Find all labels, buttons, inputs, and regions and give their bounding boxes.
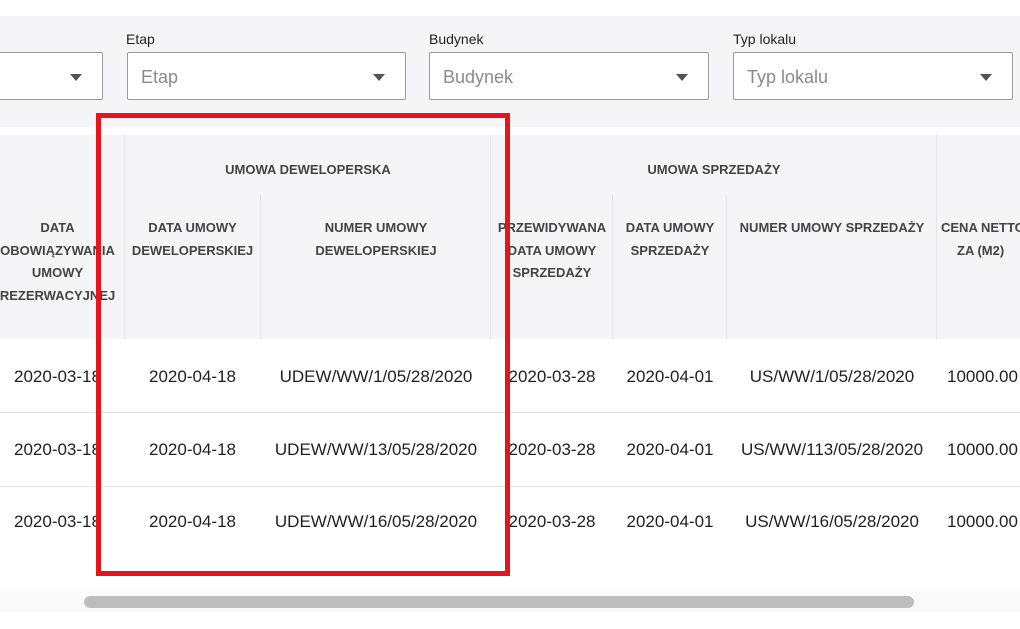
col-data-umowy-deweloperskiej: DATA UMOWY DEWELOPERSKIEJ	[131, 220, 254, 258]
cell-data-dew: 2020-04-18	[149, 512, 236, 531]
filter-unknown-select[interactable]	[0, 52, 103, 100]
horizontal-scrollbar-thumb[interactable]	[84, 596, 914, 608]
header-divider	[124, 135, 125, 339]
header-divider	[490, 135, 491, 339]
cell-przewidywana: 2020-03-28	[508, 367, 596, 386]
chevron-down-icon	[980, 74, 992, 81]
header-divider	[936, 135, 937, 339]
cell-data-sprz: 2020-04-01	[626, 512, 714, 531]
col-przewidywana-data: PRZEWIDYWANA DATA UMOWY SPRZEDAŻY	[497, 220, 607, 280]
col-cena-netto: CENA NETTO ZA (M2)	[941, 220, 1020, 258]
filter-budynek-placeholder: Budynek	[443, 67, 514, 87]
cell-przewidywana: 2020-03-28	[508, 440, 596, 459]
header-divider	[726, 195, 727, 339]
filter-etap-label: Etap	[126, 31, 155, 47]
col-data-umowy-sprzedazy: DATA UMOWY SPRZEDAŻY	[625, 220, 715, 258]
cell-data-rezerwacji: 2020-03-18	[14, 512, 101, 531]
cell-data-dew: 2020-04-18	[149, 367, 236, 386]
col-numer-umowy-sprzedazy: NUMER UMOWY SPRZEDAŻY	[739, 220, 925, 235]
col-data-rezerwacji: DATA OBOWIĄZYWANIA UMOWY REZERWACYJNEJ	[0, 220, 116, 303]
filter-typ-lokalu-label: Typ lokalu	[733, 31, 797, 47]
filter-typ-lokalu-placeholder: Typ lokalu	[747, 67, 829, 87]
cell-przewidywana: 2020-03-28	[508, 512, 596, 531]
table-row[interactable]: 2020-03-18 2020-04-18 UDEW/WW/1/05/28/20…	[0, 339, 1020, 412]
cell-numer-sprz: US/WW/113/05/28/2020	[740, 440, 924, 459]
cell-cena: 10000.00	[947, 367, 1018, 386]
table-header: UMOWA DEWELOPERSKA UMOWA SPRZEDAŻY DATA …	[0, 135, 1020, 339]
cell-numer-dew: UDEW/WW/13/05/28/2020	[274, 440, 478, 459]
filter-etap-select[interactable]: Etap	[127, 52, 406, 100]
filter-budynek-label: Budynek	[429, 31, 484, 47]
contracts-table: UMOWA DEWELOPERSKA UMOWA SPRZEDAŻY DATA …	[0, 135, 1020, 591]
cell-data-dew: 2020-04-18	[149, 440, 236, 459]
cell-data-sprz: 2020-04-01	[626, 367, 714, 386]
col-numer-umowy-deweloperskiej: NUMER UMOWY DEWELOPERSKIEJ	[315, 220, 437, 258]
chevron-down-icon	[70, 74, 82, 81]
filter-bar: Etap Etap Budynek Budynek Typ lokalu Typ…	[0, 16, 1020, 127]
cell-data-rezerwacji: 2020-03-18	[14, 367, 101, 386]
filter-etap-placeholder: Etap	[141, 67, 179, 87]
cell-data-sprz: 2020-04-01	[626, 440, 714, 459]
cell-cena: 10000.00	[947, 440, 1018, 459]
cell-data-rezerwacji: 2020-03-18	[14, 440, 101, 459]
filter-typ-lokalu-select[interactable]: Typ lokalu	[733, 52, 1013, 100]
chevron-down-icon	[373, 74, 385, 81]
cell-numer-sprz: US/WW/16/05/28/2020	[745, 512, 919, 531]
cell-numer-dew: UDEW/WW/16/05/28/2020	[274, 512, 478, 531]
cell-numer-sprz: US/WW/1/05/28/2020	[749, 367, 915, 386]
group-umowa-deweloperska: UMOWA DEWELOPERSKA	[225, 162, 391, 177]
cell-cena: 10000.00	[947, 512, 1018, 531]
header-divider	[260, 195, 261, 339]
chevron-down-icon	[676, 74, 688, 81]
table-row[interactable]: 2020-03-18 2020-04-18 UDEW/WW/16/05/28/2…	[0, 487, 1020, 560]
filter-budynek-select[interactable]: Budynek	[429, 52, 709, 100]
cell-numer-dew: UDEW/WW/1/05/28/2020	[279, 367, 473, 386]
group-umowa-sprzedazy: UMOWA SPRZEDAŻY	[647, 162, 781, 177]
table-row[interactable]: 2020-03-18 2020-04-18 UDEW/WW/13/05/28/2…	[0, 413, 1020, 486]
header-divider	[612, 195, 613, 339]
